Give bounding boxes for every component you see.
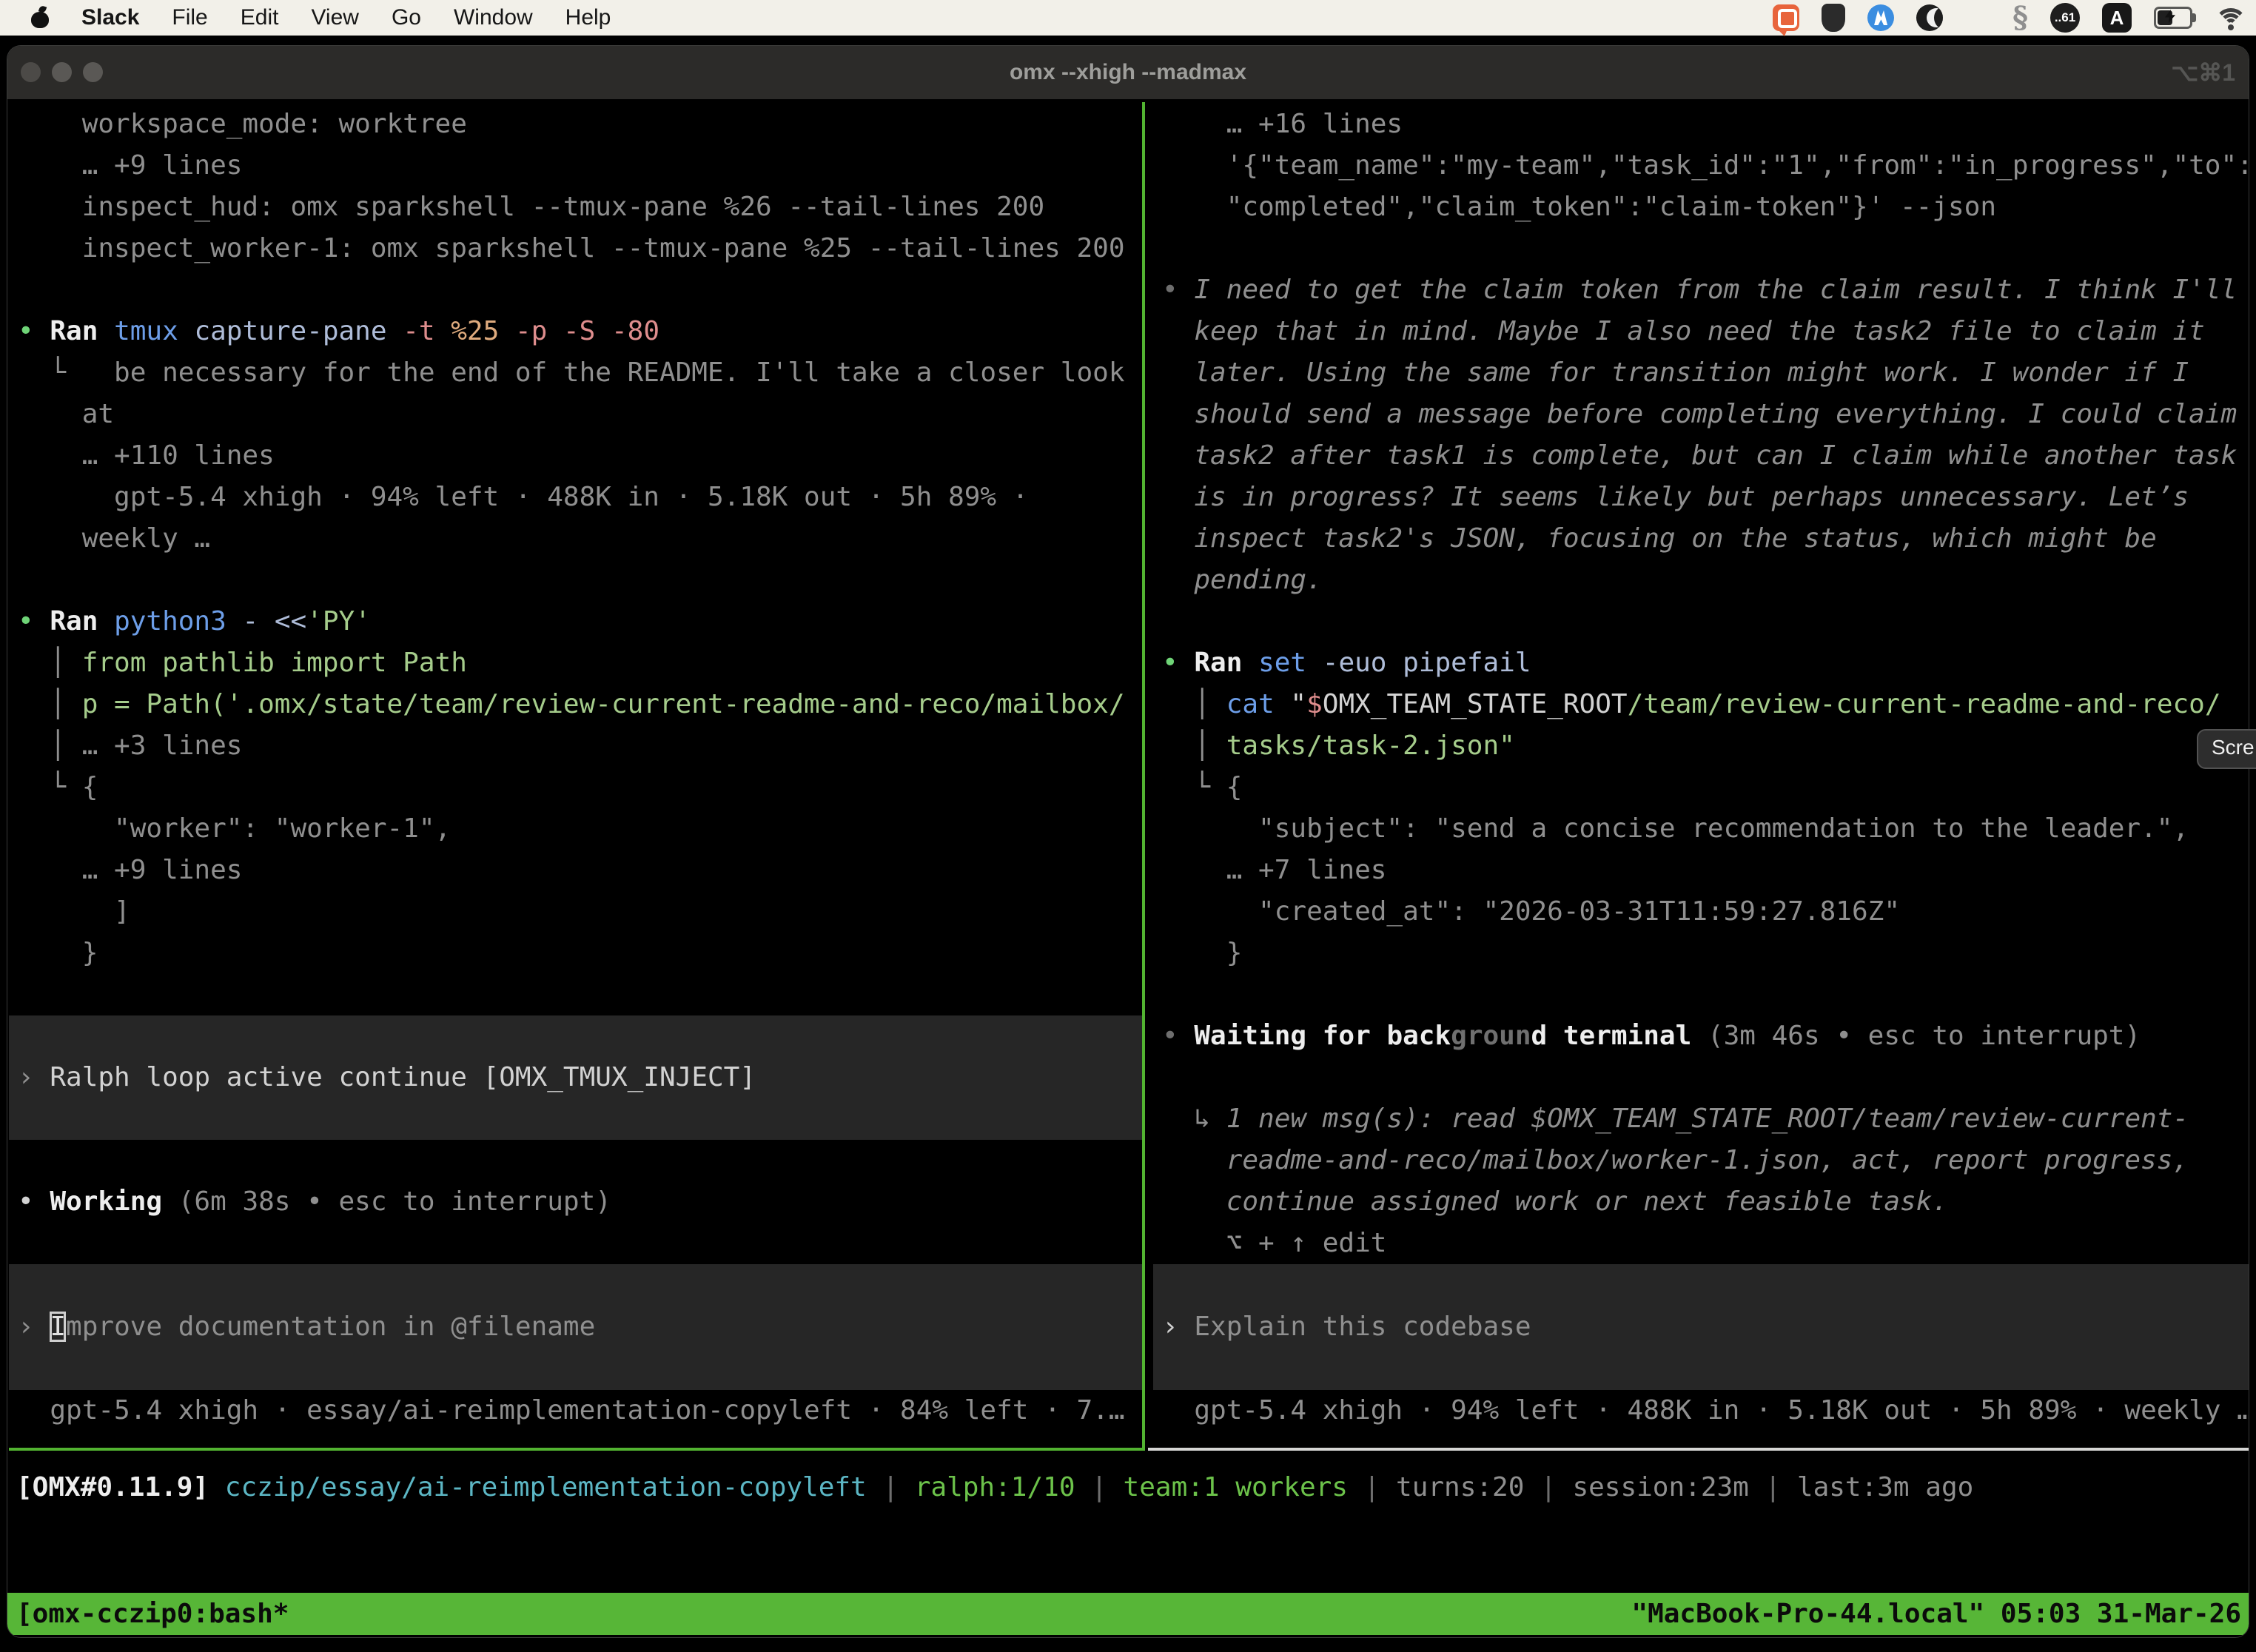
right-agent-pane[interactable]: … +16 lines '{"team_name":"my-team","tas…	[1153, 99, 2249, 1448]
terminal-line: … +7 lines	[1153, 850, 2249, 891]
terminal-line: workspace_mode: worktree	[9, 104, 1142, 145]
menu-item-help[interactable]: Help	[565, 5, 611, 30]
terminal-line: later. Using the same for transition mig…	[1153, 352, 2249, 394]
terminal-line: └ {	[1153, 767, 2249, 808]
omx-status-line: [OMX#0.11.9] cczip/essay/ai-reimplementa…	[7, 1467, 2249, 1508]
chat-app-icon[interactable]	[1773, 4, 1799, 31]
terminal-content: workspace_mode: worktree … +9 lines insp…	[7, 99, 2249, 1637]
terminal-line: }	[1153, 933, 2249, 974]
menu-item-view[interactable]: View	[311, 5, 358, 30]
terminal-line: is in progress? It seems likely but perh…	[1153, 477, 2249, 518]
terminal-line: }	[9, 933, 1142, 974]
terminal-line: ]	[9, 891, 1142, 933]
terminal-line: readme-and-reco/mailbox/worker-1.json, a…	[1153, 1140, 2249, 1181]
terminal-line: keep that in mind. Maybe I also need the…	[1153, 311, 2249, 352]
terminal-line: ↳ 1 new msg(s): read $OMX_TEAM_STATE_ROO…	[1153, 1098, 2249, 1140]
badge-61-icon[interactable]: ..61	[2050, 3, 2080, 33]
letter-a-icon[interactable]: A	[2102, 3, 2132, 33]
shield-grid-icon[interactable]	[1822, 4, 1845, 32]
terminal-line: "created_at": "2026-03-31T11:59:27.816Z"	[1153, 891, 2249, 933]
tmux-status-bar: [omx-cczip0:bash* "MacBook-Pro-44.local"…	[7, 1593, 2249, 1635]
battery-icon[interactable]	[2154, 7, 2192, 29]
blank-line	[9, 269, 1142, 311]
terminal-line: gpt-5.4 xhigh · 94% left · 488K in · 5.1…	[9, 477, 1142, 518]
terminal-line: • Working (6m 38s • esc to interrupt)	[9, 1181, 1142, 1223]
terminal-line: pending.	[1153, 560, 2249, 601]
window-title-bar[interactable]: omx --xhigh --madmax ⌥⌘1	[7, 46, 2249, 99]
terminal-line: └ be necessary for the end of the README…	[9, 352, 1142, 394]
menu-item-edit[interactable]: Edit	[241, 5, 279, 30]
blank-line	[1153, 974, 2249, 1015]
right-pane-separator	[1148, 1448, 2249, 1451]
terminal-line: │ … +3 lines	[9, 725, 1142, 767]
macos-menu-bar: Slack File Edit View Go Window Help § ..61 A	[0, 0, 2256, 36]
terminal-line: … +9 lines	[9, 145, 1142, 187]
blank-line	[9, 1223, 1142, 1264]
terminal-line: • Ran python3 - <<'PY'	[9, 601, 1142, 642]
apple-menu-icon[interactable]	[31, 7, 49, 29]
terminal-line: gpt-5.4 xhigh · 94% left · 488K in · 5.1…	[1153, 1390, 2249, 1431]
blank-line	[9, 1140, 1142, 1181]
menu-item-file[interactable]: File	[172, 5, 207, 30]
terminal-line: … +9 lines	[9, 850, 1142, 891]
terminal-line: at	[9, 394, 1142, 435]
wifi-icon[interactable]	[2215, 7, 2244, 29]
terminal-line: ⌥ + ↑ edit	[1153, 1223, 2249, 1264]
terminal-line: continue assigned work or next feasible …	[1153, 1181, 2249, 1223]
crescent-icon[interactable]	[1916, 4, 1943, 31]
left-pane-separator	[9, 1448, 1145, 1451]
prompt-input-right[interactable]: › Explain this codebase	[1153, 1264, 2249, 1390]
tmux-host-clock: "MacBook-Pro-44.local" 05:03 31-Mar-26	[1631, 1593, 2249, 1635]
ralph-loop-banner: › Ralph loop active continue [OMX_TMUX_I…	[9, 1015, 1142, 1140]
menu-app-name[interactable]: Slack	[81, 5, 139, 30]
blank-line	[1153, 601, 2249, 642]
window-shortcut-hint: ⌥⌘1	[2171, 46, 2235, 99]
terminal-line: "worker": "worker-1",	[9, 808, 1142, 850]
blank-line	[9, 974, 1142, 1015]
squiggle-icon[interactable]: §	[2012, 4, 2028, 31]
terminal-line: should send a message before completing …	[1153, 394, 2249, 435]
left-agent-pane[interactable]: workspace_mode: worktree … +9 lines insp…	[9, 99, 1142, 1448]
tmux-pane-border[interactable]	[1142, 102, 1145, 1450]
terminal-line: └ {	[9, 767, 1142, 808]
terminal-line: inspect_hud: omx sparkshell --tmux-pane …	[9, 187, 1142, 228]
terminal-line: gpt-5.4 xhigh · essay/ai-reimplementatio…	[9, 1390, 1142, 1431]
terminal-line: task2 after task1 is complete, but can I…	[1153, 435, 2249, 477]
screen-tooltip: Scre	[2197, 729, 2256, 769]
terminal-window: omx --xhigh --madmax ⌥⌘1 workspace_mode:…	[7, 46, 2249, 1637]
terminal-line: • I need to get the claim token from the…	[1153, 269, 2249, 311]
tmux-session-label: [omx-cczip0:bash*	[7, 1593, 289, 1635]
terminal-line: • Waiting for background terminal (3m 46…	[1153, 1015, 2249, 1057]
blue-bolt-icon[interactable]	[1867, 4, 1894, 31]
prompt-input-left[interactable]: › Improve documentation in @filename	[9, 1264, 1142, 1390]
blank-line	[1153, 1057, 2249, 1098]
terminal-line: weekly …	[9, 518, 1142, 560]
terminal-line: inspect task2's JSON, focusing on the st…	[1153, 518, 2249, 560]
terminal-line: '{"team_name":"my-team","task_id":"1","f…	[1153, 145, 2249, 187]
terminal-line: • Ran tmux capture-pane -t %25 -p -S -80	[9, 311, 1142, 352]
window-title: omx --xhigh --madmax	[7, 46, 2249, 99]
terminal-line: • Ran set -euo pipefail	[1153, 642, 2249, 684]
terminal-line: │ from pathlib import Path	[9, 642, 1142, 684]
blank-line	[1153, 228, 2249, 269]
terminal-line: "completed","claim_token":"claim-token"}…	[1153, 187, 2249, 228]
terminal-line: inspect_worker-1: omx sparkshell --tmux-…	[9, 228, 1142, 269]
menu-item-go[interactable]: Go	[392, 5, 421, 30]
blank-line	[9, 560, 1142, 601]
terminal-line: … +110 lines	[9, 435, 1142, 477]
terminal-line: … +16 lines	[1153, 104, 2249, 145]
dots-grid-icon[interactable]	[1965, 5, 1990, 30]
terminal-line: │ tasks/task-2.json"	[1153, 725, 2249, 767]
terminal-line: │ cat "$OMX_TEAM_STATE_ROOT/team/review-…	[1153, 684, 2249, 725]
terminal-line: "subject": "send a concise recommendatio…	[1153, 808, 2249, 850]
terminal-line: │ p = Path('.omx/state/team/review-curre…	[9, 684, 1142, 725]
menu-item-window[interactable]: Window	[454, 5, 533, 30]
